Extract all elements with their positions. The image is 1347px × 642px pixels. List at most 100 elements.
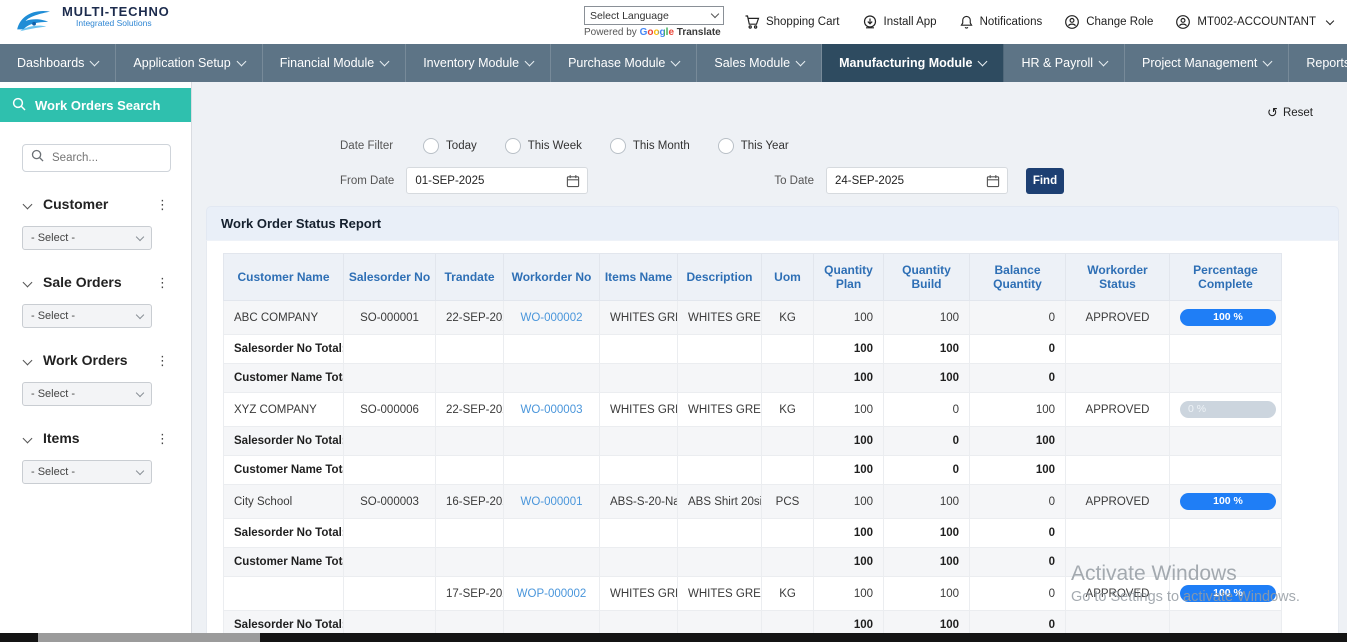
- col-header-salesorder-no[interactable]: Salesorder No: [344, 254, 436, 301]
- change-role-button[interactable]: Change Role: [1064, 14, 1153, 30]
- subtotal-row: Customer Name Total:1001000: [224, 548, 1282, 577]
- user-account-button[interactable]: MT002-ACCOUNTANT: [1175, 14, 1333, 30]
- col-header-workorder-status[interactable]: Workorder Status: [1066, 254, 1170, 301]
- select-value: - Select -: [31, 232, 75, 244]
- table-row: 17-SEP-2025WOP-000002WHITES GREYWHITES G…: [224, 577, 1282, 611]
- section-header-work-orders[interactable]: Work Orders⋮: [22, 352, 173, 368]
- kebab-menu-icon[interactable]: ⋮: [152, 276, 173, 289]
- col-header-balance-quantity[interactable]: Balance Quantity: [970, 254, 1066, 301]
- nav-item-purchase-module[interactable]: Purchase Module: [551, 44, 697, 82]
- workorder-link[interactable]: WO-000001: [520, 496, 582, 508]
- section-header-items[interactable]: Items⋮: [22, 430, 173, 446]
- col-header-workorder-no[interactable]: Workorder No: [504, 254, 600, 301]
- radio-today[interactable]: Today: [423, 138, 477, 154]
- credit-suffix: Translate: [677, 27, 721, 38]
- col-header-items-name[interactable]: Items Name: [600, 254, 678, 301]
- cell-description: WHITES GREY: [678, 577, 762, 611]
- to-date-input[interactable]: [827, 175, 979, 187]
- col-header-trandate[interactable]: Trandate: [436, 254, 504, 301]
- section-header-sale-orders[interactable]: Sale Orders⋮: [22, 274, 173, 290]
- cell-balance: 0: [970, 577, 1066, 611]
- reset-button[interactable]: ↺ Reset: [1267, 106, 1313, 119]
- from-date-input[interactable]: [407, 175, 559, 187]
- horizontal-scrollbar[interactable]: [0, 633, 1347, 642]
- col-header-quantity-plan[interactable]: Quantity Plan: [814, 254, 884, 301]
- radio-this-week[interactable]: This Week: [505, 138, 582, 154]
- install-app-label: Install App: [884, 16, 937, 28]
- nav-item-project-management[interactable]: Project Management: [1125, 44, 1289, 82]
- nav-item-inventory-module[interactable]: Inventory Module: [406, 44, 551, 82]
- scrollbar-thumb[interactable]: [38, 633, 260, 642]
- chevron-down-icon: [978, 57, 988, 67]
- main-layout: Work Orders Search Customer⋮ - Select - Sa…: [0, 82, 1347, 642]
- install-app-button[interactable]: Install App: [862, 14, 937, 30]
- sidebar-title: Work Orders Search: [35, 98, 160, 113]
- nav-item-hr-payroll[interactable]: HR & Payroll: [1004, 44, 1125, 82]
- cell-salesorder: [344, 548, 436, 577]
- nav-item-dashboards[interactable]: Dashboards: [0, 44, 116, 82]
- cell-balance: 100: [970, 456, 1066, 485]
- select-customer[interactable]: - Select -: [22, 226, 152, 250]
- cell-balance: 0: [970, 519, 1066, 548]
- cell-status: [1066, 364, 1170, 393]
- chevron-down-icon: [23, 355, 33, 365]
- kebab-menu-icon[interactable]: ⋮: [152, 354, 173, 367]
- notifications-button[interactable]: Notifications: [959, 14, 1043, 30]
- cell-salesorder: SO-000001: [344, 301, 436, 335]
- cell-percent: 0 %: [1170, 393, 1282, 427]
- radio-label: This Week: [528, 140, 582, 152]
- find-button[interactable]: Find: [1026, 168, 1064, 194]
- nav-item-reports[interactable]: Reports: [1289, 44, 1347, 82]
- nav-item-manufacturing-module[interactable]: Manufacturing Module: [822, 44, 1004, 82]
- subtotal-row: Salesorder No Total:1001000: [224, 335, 1282, 364]
- shopping-cart-button[interactable]: Shopping Cart: [744, 14, 840, 30]
- radio-circle: [610, 138, 626, 154]
- cell-balance: 0: [970, 335, 1066, 364]
- cell-status: APPROVED: [1066, 393, 1170, 427]
- radio-this-month[interactable]: This Month: [610, 138, 690, 154]
- nav-item-financial-module[interactable]: Financial Module: [263, 44, 407, 82]
- col-header-quantity-build[interactable]: Quantity Build: [884, 254, 970, 301]
- select-value: - Select -: [31, 466, 75, 478]
- cell-workorder: [504, 548, 600, 577]
- sidebar: Work Orders Search Customer⋮ - Select - Sa…: [0, 82, 192, 642]
- section-header-customer[interactable]: Customer⋮: [22, 196, 173, 212]
- workorder-link[interactable]: WO-000002: [520, 312, 582, 324]
- kebab-menu-icon[interactable]: ⋮: [152, 432, 173, 445]
- workorder-link[interactable]: WO-000003: [520, 404, 582, 416]
- select-sale-orders[interactable]: - Select -: [22, 304, 152, 328]
- cell-description: ABS Shirt 20size: [678, 485, 762, 519]
- cell-trandate: [436, 364, 504, 393]
- nav-item-application-setup[interactable]: Application Setup: [116, 44, 262, 82]
- col-header-description[interactable]: Description: [678, 254, 762, 301]
- chevron-down-icon: [23, 433, 33, 443]
- sidebar-section-work-orders: Work Orders⋮ - Select -: [22, 352, 173, 406]
- cell-workorder: [504, 335, 600, 364]
- select-work-orders[interactable]: - Select -: [22, 382, 152, 406]
- workorder-link[interactable]: WOP-000002: [517, 588, 587, 600]
- select-items[interactable]: - Select -: [22, 460, 152, 484]
- chevron-down-icon: [1263, 57, 1273, 67]
- kebab-menu-icon[interactable]: ⋮: [152, 198, 173, 211]
- col-header-customer-name[interactable]: Customer Name: [224, 254, 344, 301]
- calendar-icon[interactable]: [979, 174, 1007, 188]
- nav-item-sales-module[interactable]: Sales Module: [697, 44, 822, 82]
- radio-label: This Year: [741, 140, 789, 152]
- cell-item: [600, 335, 678, 364]
- col-header-uom[interactable]: Uom: [762, 254, 814, 301]
- col-header-percentage-complete[interactable]: Percentage Complete: [1170, 254, 1282, 301]
- header-action-list: Shopping Cart Install App Notifications Cha…: [744, 14, 1333, 30]
- cell-percent: [1170, 548, 1282, 577]
- sidebar-sections: Customer⋮ - Select - Sale Orders⋮ - Select …: [0, 196, 191, 484]
- radio-this-year[interactable]: This Year: [718, 138, 789, 154]
- cell-percent: [1170, 519, 1282, 548]
- cell-qty_build: 100: [884, 548, 970, 577]
- cell-percent: 100 %: [1170, 301, 1282, 335]
- search-input[interactable]: [50, 151, 162, 165]
- language-select[interactable]: Select Language: [584, 6, 724, 25]
- app-window: MULTI-TECHNO Integrated Solutions Select…: [0, 0, 1347, 642]
- cell-uom: KG: [762, 393, 814, 427]
- calendar-icon[interactable]: [559, 174, 587, 188]
- cell-qty_plan: 100: [814, 364, 884, 393]
- cell-qty_plan: 100: [814, 427, 884, 456]
